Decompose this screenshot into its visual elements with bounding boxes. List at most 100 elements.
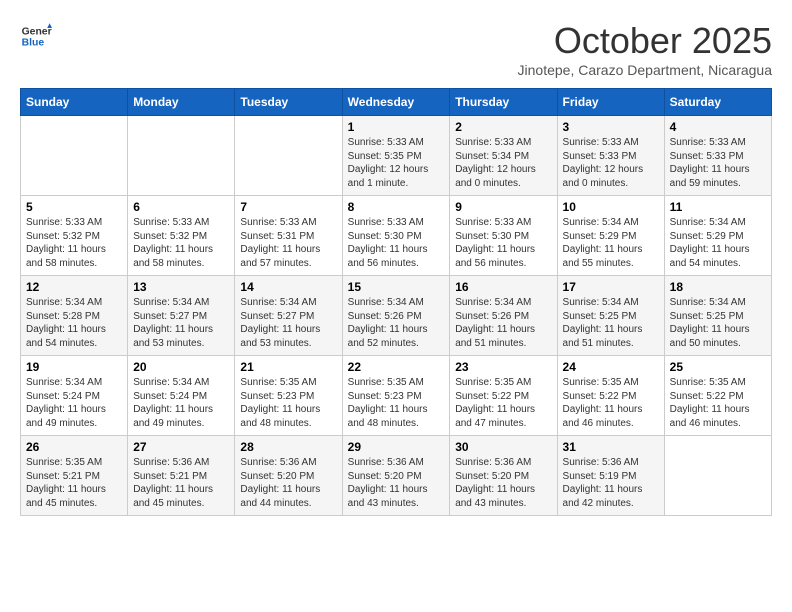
cell-content: Sunrise: 5:35 AM Sunset: 5:23 PM Dayligh… (348, 376, 445, 430)
day-number: 17 (563, 280, 659, 294)
cell-content: Sunrise: 5:33 AM Sunset: 5:32 PM Dayligh… (26, 216, 122, 270)
cell-content: Sunrise: 5:35 AM Sunset: 5:22 PM Dayligh… (563, 376, 659, 430)
cell-content: Sunrise: 5:34 AM Sunset: 5:26 PM Dayligh… (348, 296, 445, 350)
calendar-cell: 26Sunrise: 5:35 AM Sunset: 5:21 PM Dayli… (21, 436, 128, 516)
calendar-cell: 1 Sunrise: 5:33 AM Sunset: 5:35 PM Daylig… (342, 116, 450, 196)
calendar-cell: 29Sunrise: 5:36 AM Sunset: 5:20 PM Dayli… (342, 436, 450, 516)
calendar-cell: 16 Sunrise: 5:34 AM Sunset: 5:26 PM Dayli… (450, 276, 557, 356)
cell-content: Sunrise: 5:36 AM Sunset: 5:19 PM Dayligh… (563, 456, 659, 510)
location-subtitle: Jinotepe, Carazo Department, Nicaragua (518, 62, 772, 78)
day-number: 19 (26, 360, 122, 374)
cell-content: Sunrise: 5:33 AM Sunset: 5:32 PM Dayligh… (133, 216, 229, 270)
day-number: 5 (26, 200, 122, 214)
day-number: 4 (670, 120, 766, 134)
day-number: 28 (240, 440, 336, 454)
cell-content: Sunrise: 5:34 AM Sunset: 5:27 PM Dayligh… (133, 296, 229, 350)
logo: General Blue (20, 20, 52, 52)
cell-content: Sunrise: 5:33 AM Sunset: 5:33 PM Dayligh… (563, 136, 659, 190)
cell-content: Sunrise: 5:34 AM Sunset: 5:27 PM Dayligh… (240, 296, 336, 350)
svg-text:General: General (22, 26, 52, 37)
cell-content: Sunrise: 5:34 AM Sunset: 5:28 PM Dayligh… (26, 296, 122, 350)
day-number: 16 (455, 280, 551, 294)
cell-content: Sunrise: 5:33 AM Sunset: 5:30 PM Dayligh… (455, 216, 551, 270)
cell-content: Sunrise: 5:34 AM Sunset: 5:29 PM Dayligh… (563, 216, 659, 270)
calendar-cell (664, 436, 771, 516)
calendar-cell (235, 116, 342, 196)
calendar-cell (21, 116, 128, 196)
calendar-table: SundayMondayTuesdayWednesdayThursdayFrid… (20, 88, 772, 516)
calendar-cell: 8Sunrise: 5:33 AM Sunset: 5:30 PM Daylig… (342, 196, 450, 276)
calendar-cell: 18 Sunrise: 5:34 AM Sunset: 5:25 PM Dayli… (664, 276, 771, 356)
calendar-cell: 15 Sunrise: 5:34 AM Sunset: 5:26 PM Dayli… (342, 276, 450, 356)
calendar-cell: 21 Sunrise: 5:35 AM Sunset: 5:23 PM Dayli… (235, 356, 342, 436)
cell-content: Sunrise: 5:35 AM Sunset: 5:21 PM Dayligh… (26, 456, 122, 510)
cell-content: Sunrise: 5:35 AM Sunset: 5:22 PM Dayligh… (455, 376, 551, 430)
cell-content: Sunrise: 5:34 AM Sunset: 5:24 PM Dayligh… (133, 376, 229, 430)
col-header-friday: Friday (557, 89, 664, 116)
calendar-cell: 14Sunrise: 5:34 AM Sunset: 5:27 PM Dayli… (235, 276, 342, 356)
day-number: 1 (348, 120, 445, 134)
cell-content: Sunrise: 5:36 AM Sunset: 5:21 PM Dayligh… (133, 456, 229, 510)
cell-content: Sunrise: 5:36 AM Sunset: 5:20 PM Dayligh… (455, 456, 551, 510)
calendar-cell: 4 Sunrise: 5:33 AM Sunset: 5:33 PM Daylig… (664, 116, 771, 196)
day-number: 21 (240, 360, 336, 374)
day-number: 12 (26, 280, 122, 294)
cell-content: Sunrise: 5:34 AM Sunset: 5:26 PM Dayligh… (455, 296, 551, 350)
calendar-cell: 3Sunrise: 5:33 AM Sunset: 5:33 PM Daylig… (557, 116, 664, 196)
day-number: 13 (133, 280, 229, 294)
calendar-cell: 10Sunrise: 5:34 AM Sunset: 5:29 PM Dayli… (557, 196, 664, 276)
calendar-cell (128, 116, 235, 196)
day-number: 11 (670, 200, 766, 214)
cell-content: Sunrise: 5:35 AM Sunset: 5:22 PM Dayligh… (670, 376, 766, 430)
day-number: 15 (348, 280, 445, 294)
col-header-thursday: Thursday (450, 89, 557, 116)
calendar-cell: 30Sunrise: 5:36 AM Sunset: 5:20 PM Dayli… (450, 436, 557, 516)
month-title: October 2025 (518, 20, 772, 62)
day-number: 27 (133, 440, 229, 454)
day-number: 9 (455, 200, 551, 214)
calendar-cell: 24 Sunrise: 5:35 AM Sunset: 5:22 PM Dayli… (557, 356, 664, 436)
day-number: 20 (133, 360, 229, 374)
col-header-tuesday: Tuesday (235, 89, 342, 116)
calendar-cell: 9 Sunrise: 5:33 AM Sunset: 5:30 PM Daylig… (450, 196, 557, 276)
cell-content: Sunrise: 5:35 AM Sunset: 5:23 PM Dayligh… (240, 376, 336, 430)
logo-icon: General Blue (20, 20, 52, 52)
cell-content: Sunrise: 5:34 AM Sunset: 5:25 PM Dayligh… (563, 296, 659, 350)
calendar-cell: 27 Sunrise: 5:36 AM Sunset: 5:21 PM Dayli… (128, 436, 235, 516)
cell-content: Sunrise: 5:36 AM Sunset: 5:20 PM Dayligh… (240, 456, 336, 510)
calendar-cell: 13 Sunrise: 5:34 AM Sunset: 5:27 PM Dayli… (128, 276, 235, 356)
day-number: 22 (348, 360, 445, 374)
cell-content: Sunrise: 5:34 AM Sunset: 5:29 PM Dayligh… (670, 216, 766, 270)
calendar-cell: 11 Sunrise: 5:34 AM Sunset: 5:29 PM Dayli… (664, 196, 771, 276)
calendar-cell: 28 Sunrise: 5:36 AM Sunset: 5:20 PM Dayli… (235, 436, 342, 516)
day-number: 6 (133, 200, 229, 214)
day-number: 18 (670, 280, 766, 294)
day-number: 8 (348, 200, 445, 214)
calendar-cell: 22 Sunrise: 5:35 AM Sunset: 5:23 PM Dayli… (342, 356, 450, 436)
col-header-monday: Monday (128, 89, 235, 116)
cell-content: Sunrise: 5:36 AM Sunset: 5:20 PM Dayligh… (348, 456, 445, 510)
day-number: 25 (670, 360, 766, 374)
calendar-cell: 2 Sunrise: 5:33 AM Sunset: 5:34 PM Daylig… (450, 116, 557, 196)
day-number: 31 (563, 440, 659, 454)
day-number: 24 (563, 360, 659, 374)
calendar-cell: 6 Sunrise: 5:33 AM Sunset: 5:32 PM Daylig… (128, 196, 235, 276)
cell-content: Sunrise: 5:33 AM Sunset: 5:33 PM Dayligh… (670, 136, 766, 190)
day-number: 2 (455, 120, 551, 134)
cell-content: Sunrise: 5:34 AM Sunset: 5:25 PM Dayligh… (670, 296, 766, 350)
page-header: General Blue October 2025 Jinotepe, Cara… (20, 20, 772, 78)
col-header-wednesday: Wednesday (342, 89, 450, 116)
svg-text:Blue: Blue (22, 38, 45, 49)
calendar-cell: 19Sunrise: 5:34 AM Sunset: 5:24 PM Dayli… (21, 356, 128, 436)
cell-content: Sunrise: 5:33 AM Sunset: 5:34 PM Dayligh… (455, 136, 551, 190)
calendar-cell: 20 Sunrise: 5:34 AM Sunset: 5:24 PM Dayli… (128, 356, 235, 436)
calendar-cell: 17 Sunrise: 5:34 AM Sunset: 5:25 PM Dayli… (557, 276, 664, 356)
title-block: October 2025 Jinotepe, Carazo Department… (518, 20, 772, 78)
day-number: 7 (240, 200, 336, 214)
calendar-cell: 5 Sunrise: 5:33 AM Sunset: 5:32 PM Daylig… (21, 196, 128, 276)
calendar-cell: 31 Sunrise: 5:36 AM Sunset: 5:19 PM Dayli… (557, 436, 664, 516)
day-number: 23 (455, 360, 551, 374)
col-header-sunday: Sunday (21, 89, 128, 116)
calendar-cell: 12 Sunrise: 5:34 AM Sunset: 5:28 PM Dayli… (21, 276, 128, 356)
cell-content: Sunrise: 5:33 AM Sunset: 5:35 PM Dayligh… (348, 136, 445, 190)
